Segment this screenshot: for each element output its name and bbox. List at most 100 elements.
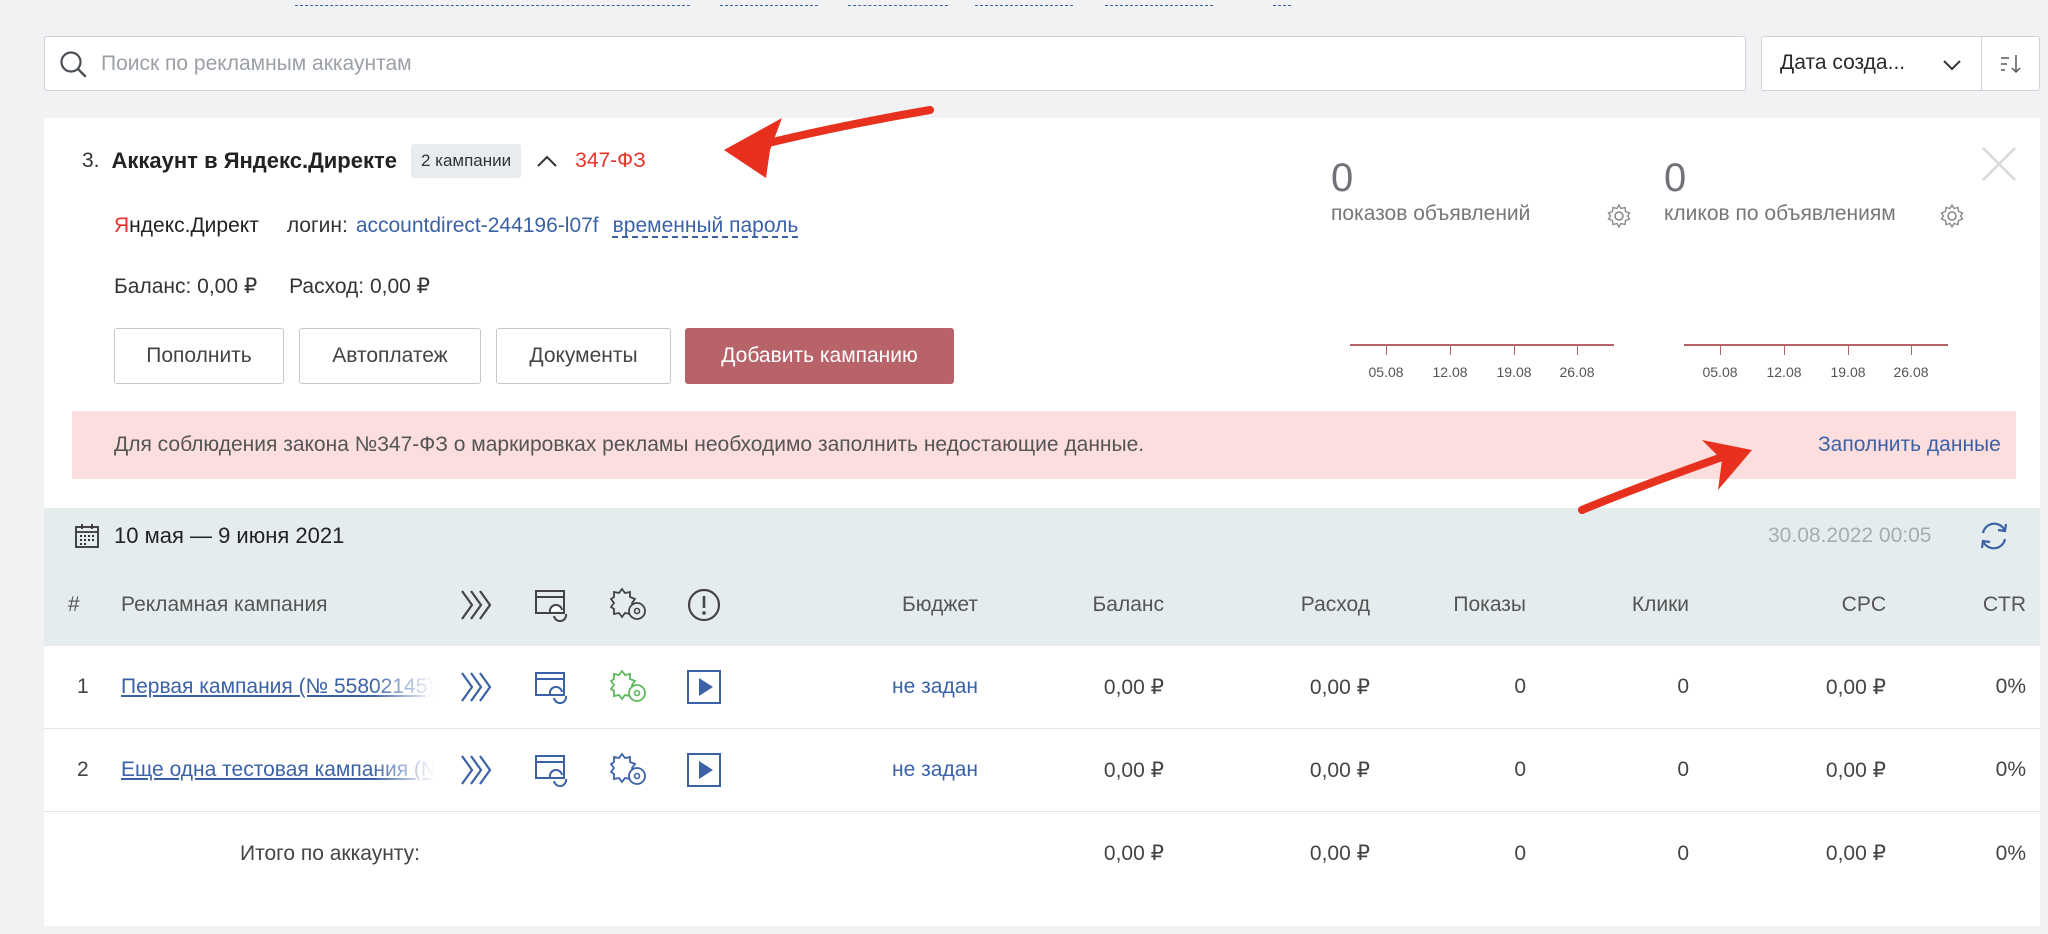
- spark-tick-label: 12.08: [1766, 364, 1802, 380]
- period-range[interactable]: 10 мая — 9 июня 2021: [114, 523, 344, 549]
- filter-link[interactable]: [1273, 0, 1291, 6]
- clicks-sparkline: 05.08 12.08 19.08 26.08: [1684, 344, 1954, 384]
- law-compliance-alert: Для соблюдения закона №347-ФЗ о маркиров…: [72, 411, 2016, 479]
- total-label: Итого по аккаунту:: [240, 841, 420, 865]
- account-meta: Яндекс.Директ логин: accountdirect-24419…: [114, 214, 798, 238]
- impressions-label: показов объявлений: [1331, 202, 1531, 225]
- spend-cell: 0,00 ₽: [1309, 675, 1370, 699]
- search-row: Дата созда...: [44, 36, 2040, 91]
- documents-button[interactable]: Документы: [496, 328, 671, 384]
- search-input[interactable]: [101, 45, 1701, 83]
- autopay-button[interactable]: Автоплатеж: [299, 328, 481, 384]
- filter-link[interactable]: [975, 0, 1073, 6]
- chevron-up-icon[interactable]: [535, 149, 559, 173]
- play-icon[interactable]: [686, 646, 722, 728]
- filter-link[interactable]: [848, 0, 948, 6]
- account-number: 3.: [82, 149, 100, 172]
- top-up-button[interactable]: Пополнить: [114, 328, 284, 384]
- chevron-down-icon: [1943, 60, 1961, 71]
- refresh-icon[interactable]: [1976, 518, 2012, 554]
- total-spend: 0,00 ₽: [1309, 842, 1370, 865]
- play-icon[interactable]: [686, 729, 722, 811]
- filter-link[interactable]: [720, 0, 818, 6]
- table-header: # Рекламная кампания Бюджет Баланс Расхо…: [44, 564, 2040, 646]
- login-label: логин:: [286, 214, 348, 237]
- period-bar: 10 мая — 9 июня 2021 30.08.2022 00:05: [44, 508, 2040, 564]
- spark-tick-label: 26.08: [1893, 364, 1929, 380]
- budget-link[interactable]: не задан: [804, 646, 978, 728]
- impressions-cell: 0: [1514, 758, 1526, 781]
- col-campaign[interactable]: Рекламная кампания: [121, 564, 328, 646]
- login-value[interactable]: accountdirect-244196-l07f: [356, 214, 599, 238]
- ctr-cell: 0%: [1995, 675, 2026, 698]
- impressions-sparkline: 05.08 12.08 19.08 26.08: [1350, 344, 1620, 384]
- spark-tick-label: 05.08: [1368, 364, 1404, 380]
- spark-tick-label: 19.08: [1830, 364, 1866, 380]
- col-spend[interactable]: Расход: [1204, 564, 1370, 646]
- strategy-icon[interactable]: [458, 729, 494, 811]
- impressions-cell: 0: [1514, 675, 1526, 698]
- impressions-stat: 0 показов объявлений: [1331, 156, 1631, 226]
- yandex-direct-logo: Яндекс.Директ: [114, 214, 259, 237]
- balance-cell: 0,00 ₽: [1103, 675, 1164, 699]
- account-money: Баланс: 0,00 ₽ Расход: 0,00 ₽: [114, 274, 456, 299]
- last-updated-timestamp: 30.08.2022 00:05: [1768, 524, 1932, 547]
- gear-icon[interactable]: [1938, 202, 1966, 230]
- campaign-link[interactable]: Первая кампания (№ 55802145): [121, 675, 435, 699]
- filter-link[interactable]: [295, 0, 690, 6]
- calendar-icon[interactable]: [74, 523, 100, 549]
- campaign-cell: Еще одна тестовая кампания (№: [121, 729, 435, 811]
- col-num: #: [68, 593, 80, 616]
- law-347-tag[interactable]: 347-ФЗ: [575, 149, 646, 173]
- total-ctr: 0%: [1995, 841, 2026, 865]
- temporary-password-link[interactable]: временный пароль: [613, 214, 799, 238]
- row-num: 1: [77, 675, 89, 698]
- campaigns-count-badge[interactable]: 2 кампании: [410, 144, 522, 178]
- table-row: 2 Еще одна тестовая кампания (№ не задан…: [44, 729, 2040, 812]
- cpc-cell: 0,00 ₽: [1825, 675, 1886, 699]
- col-clicks[interactable]: Клики: [1544, 564, 1689, 646]
- col-balance[interactable]: Баланс: [1004, 564, 1165, 646]
- account-title-row: 3. Аккаунт в Яндекс.Директе 2 кампании 3…: [82, 144, 646, 178]
- total-row: Итого по аккаунту: 0,00 ₽ 0,00 ₽ 0 0 0,0…: [44, 812, 2040, 895]
- clicks-label: кликов по объявлениям: [1664, 202, 1896, 225]
- clicks-cell: 0: [1677, 758, 1689, 781]
- col-ctr[interactable]: CTR: [1904, 564, 2026, 646]
- sort-select-value: Дата созда...: [1780, 51, 1906, 74]
- sort-select[interactable]: Дата созда...: [1761, 36, 1982, 91]
- total-balance: 0,00 ₽: [1103, 842, 1164, 865]
- sync-header-icon: [534, 564, 570, 646]
- col-budget[interactable]: Бюджет: [804, 564, 978, 646]
- close-icon[interactable]: [1979, 144, 2019, 184]
- add-campaign-button[interactable]: Добавить кампанию: [685, 328, 954, 384]
- alert-message: Для соблюдения закона №347-ФЗ о маркиров…: [114, 433, 1145, 456]
- top-filter-links: [295, 0, 1295, 8]
- budget-link[interactable]: не задан: [804, 729, 978, 811]
- settings-icon-active[interactable]: [610, 646, 648, 728]
- fill-data-link[interactable]: Заполнить данные: [1818, 433, 2001, 457]
- sync-icon[interactable]: [534, 729, 570, 811]
- spark-tick-label: 26.08: [1559, 364, 1595, 380]
- strategy-icon[interactable]: [458, 646, 494, 728]
- filter-link[interactable]: [1105, 0, 1213, 6]
- balance-cell: 0,00 ₽: [1103, 758, 1164, 782]
- balance-value: Баланс: 0,00 ₽: [114, 275, 258, 298]
- ctr-cell: 0%: [1995, 758, 2026, 781]
- account-name: Аккаунт в Яндекс.Директе: [111, 148, 397, 173]
- spark-tick-label: 12.08: [1432, 364, 1468, 380]
- campaign-cell: Первая кампания (№ 55802145): [121, 646, 435, 728]
- sync-icon[interactable]: [534, 646, 570, 728]
- settings-icon[interactable]: [610, 729, 648, 811]
- spend-value: Расход: 0,00 ₽: [289, 275, 431, 298]
- impressions-value: 0: [1331, 156, 1354, 200]
- total-cpc: 0,00 ₽: [1825, 842, 1886, 865]
- sort-direction-button[interactable]: [1981, 36, 2040, 91]
- account-card: 3. Аккаунт в Яндекс.Директе 2 кампании 3…: [44, 118, 2040, 926]
- strategy-header-icon: [458, 564, 494, 646]
- campaign-link[interactable]: Еще одна тестовая кампания (№: [121, 758, 435, 782]
- clicks-cell: 0: [1677, 675, 1689, 698]
- col-cpc[interactable]: CPC: [1704, 564, 1886, 646]
- gear-icon[interactable]: [1605, 202, 1633, 230]
- warning-header-icon: [686, 564, 722, 646]
- col-impressions[interactable]: Показы: [1384, 564, 1526, 646]
